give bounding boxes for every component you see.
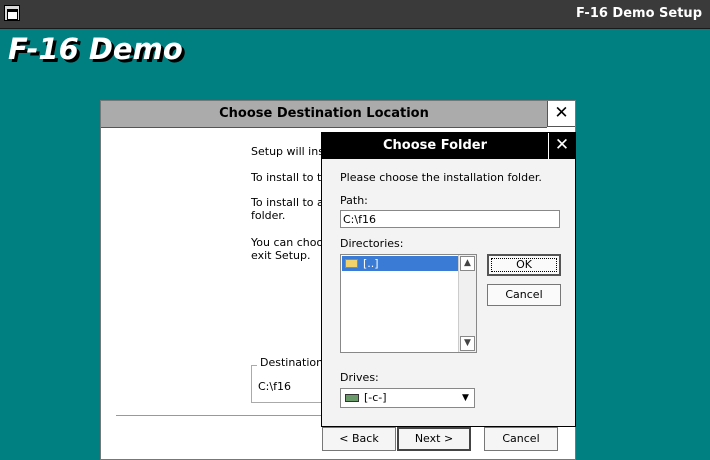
folder-icon [345,259,358,268]
chevron-down-icon[interactable]: ▼ [458,390,473,406]
next-button[interactable]: Next > [397,427,471,451]
cancel-button[interactable]: Cancel [484,427,558,451]
window-title-bar: F-16 Demo Setup [0,0,710,29]
hard-drive-icon [345,394,359,402]
list-item[interactable]: [..] [342,256,460,271]
dest-text-line-5: You can choos [251,236,329,249]
dest-dialog-title: Choose Destination Location [101,101,547,128]
drives-dropdown[interactable]: [-c-] ▼ [340,388,475,408]
path-input[interactable] [340,210,560,228]
app-title: F-16 Demo [8,32,183,66]
dest-text-line-2: To install to thi [251,171,332,184]
system-menu-icon[interactable] [4,5,20,21]
window-title: F-16 Demo Setup [575,6,702,21]
folder-dialog-title: Choose Folder [322,133,548,159]
drive-value: [-c-] [364,391,387,404]
scroll-down-icon[interactable]: ▼ [460,336,475,351]
folder-instruction: Please choose the installation folder. [340,171,542,184]
folder-cancel-button[interactable]: Cancel [487,284,561,306]
ok-button[interactable]: OK [487,254,561,276]
dest-text-line-4: folder. [251,209,286,222]
choose-folder-dialog: Choose Folder ✕ Please choose the instal… [321,132,576,427]
path-label: Path: [340,194,368,207]
directories-list[interactable]: [..] ▲ ▼ [340,254,477,353]
destination-path-text: C:\f16 [258,380,291,393]
scroll-up-icon[interactable]: ▲ [460,256,475,271]
directories-label: Directories: [340,237,404,250]
drives-label: Drives: [340,371,379,384]
dest-text-line-6: exit Setup. [251,249,311,262]
folder-close-icon[interactable]: ✕ [548,133,575,159]
directory-name: [..] [363,257,379,270]
directories-scrollbar[interactable]: ▲ ▼ [458,255,476,352]
back-button[interactable]: < Back [322,427,396,451]
dest-close-icon[interactable]: ✕ [547,101,575,127]
